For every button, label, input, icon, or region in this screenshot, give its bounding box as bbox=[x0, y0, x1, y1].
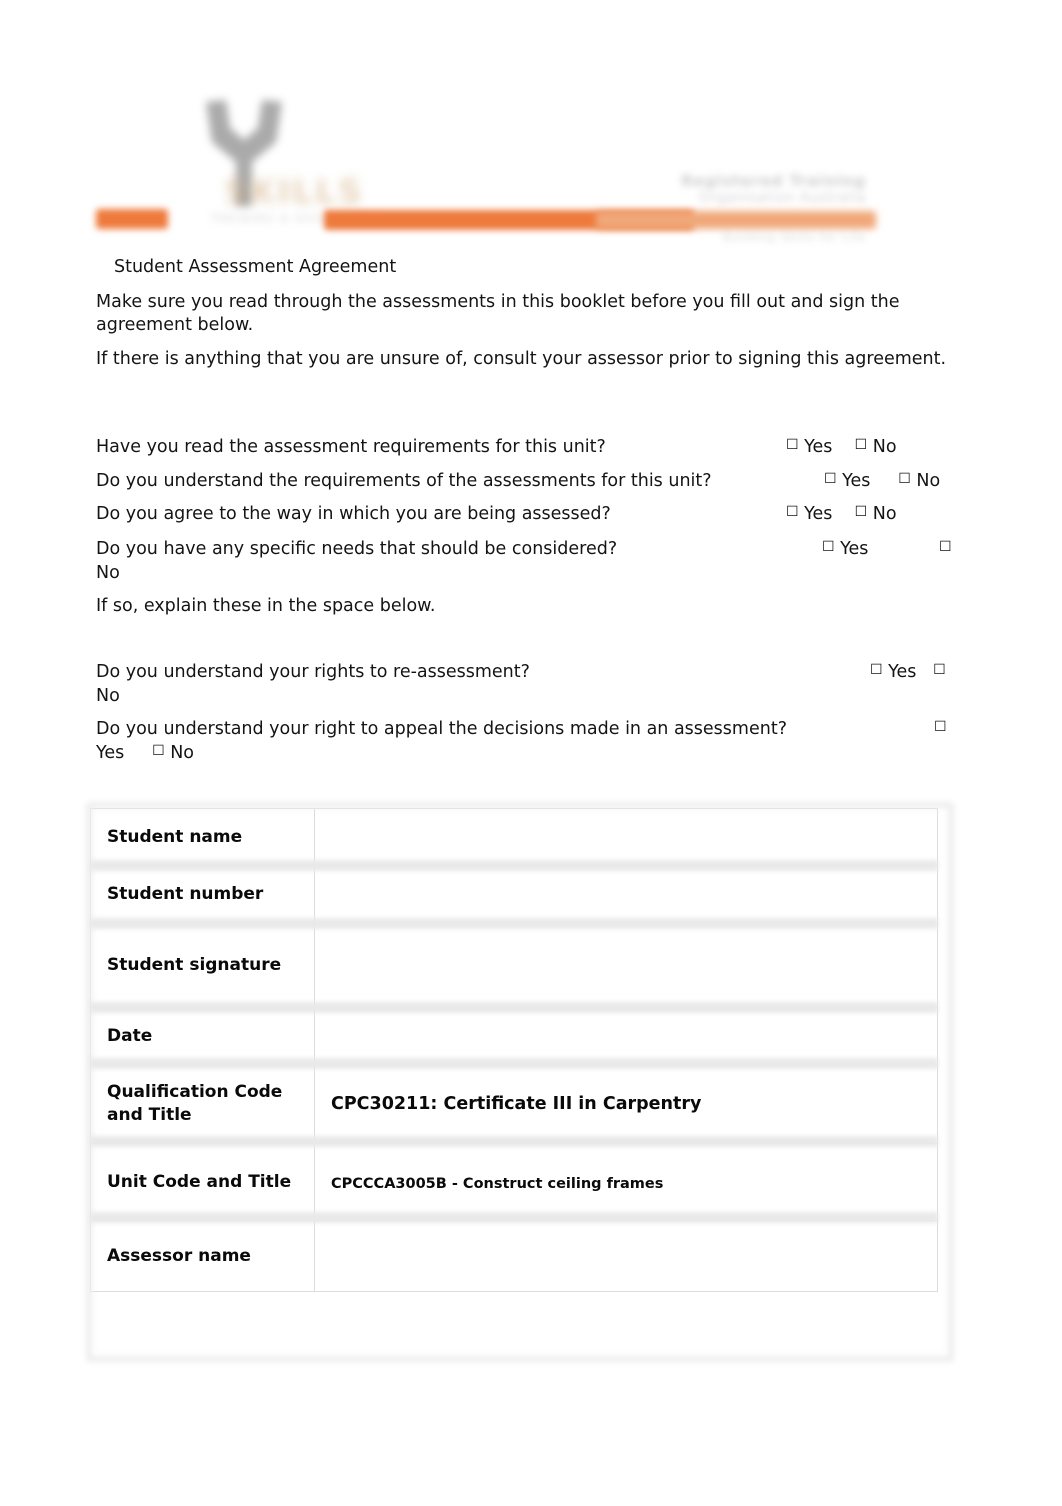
label-no-6: No bbox=[170, 743, 195, 763]
question-text-4: Do you have any specific needs that shou… bbox=[96, 539, 618, 559]
question-row-1: Have you read the assessment requirement… bbox=[96, 436, 976, 459]
table-cell-label: Student name bbox=[90, 808, 315, 866]
explain-note: If so, explain these in the space below. bbox=[96, 596, 436, 616]
table-cell-label: Student signature bbox=[90, 922, 315, 1008]
checkbox-no-1[interactable]: ☐ bbox=[855, 437, 868, 453]
letterhead-banner: SKILLS TRAINING & ASSESSMENT Registered … bbox=[96, 54, 876, 256]
table-row: Date bbox=[90, 1007, 938, 1065]
table-row: Student signature bbox=[90, 922, 938, 1008]
question-options-2: ☐ Yes ☐ No bbox=[824, 470, 940, 493]
label-yes-6: Yes bbox=[96, 743, 125, 763]
question-text-2: Do you understand the requirements of th… bbox=[96, 471, 712, 491]
question-options-3: ☐ Yes ☐ No bbox=[786, 503, 897, 526]
label-yes-4: Yes bbox=[840, 539, 869, 559]
label-yes-1: Yes bbox=[804, 437, 833, 457]
table-row: Qualification Code and Title CPC30211: C… bbox=[90, 1064, 938, 1144]
question-row-4: Do you have any specific needs that shou… bbox=[96, 538, 976, 583]
table-cell-value-student-signature[interactable] bbox=[314, 922, 938, 1008]
checkbox-yes-1[interactable]: ☐ bbox=[786, 437, 799, 453]
table-cell-value-unit[interactable]: CPCCCA3005B - Construct ceiling frames bbox=[314, 1143, 938, 1221]
table-row: Student number bbox=[90, 865, 938, 923]
intro-paragraph-1: Make sure you read through the assessmen… bbox=[96, 292, 900, 335]
table-cell-value-student-number[interactable] bbox=[314, 865, 938, 923]
student-details-table: Student name Student number Student sign… bbox=[90, 808, 938, 1292]
row-label-student-signature: Student signature bbox=[107, 954, 282, 975]
checkbox-no-4-wrap: ☐ bbox=[939, 538, 952, 561]
question-row-2: Do you understand the requirements of th… bbox=[96, 470, 976, 493]
checkbox-no-4[interactable]: ☐ bbox=[939, 539, 952, 555]
table-cell-label: Qualification Code and Title bbox=[90, 1064, 315, 1144]
question-row-3: Do you agree to the way in which you are… bbox=[96, 503, 976, 526]
question-text-1: Have you read the assessment requirement… bbox=[96, 437, 606, 457]
table-cell-label: Assessor name bbox=[90, 1220, 315, 1292]
question-options-1: ☐ Yes ☐ No bbox=[786, 436, 897, 459]
table-cell-label: Student number bbox=[90, 865, 315, 923]
table-cell-value-student-name[interactable] bbox=[314, 808, 938, 866]
table-row: Assessor name bbox=[90, 1220, 938, 1292]
checkbox-no-3[interactable]: ☐ bbox=[855, 504, 868, 520]
table-row: Student name bbox=[90, 808, 938, 866]
checkbox-yes-6[interactable]: ☐ bbox=[934, 719, 947, 735]
table-cell-value-date[interactable] bbox=[314, 1007, 938, 1065]
checkbox-yes-2[interactable]: ☐ bbox=[824, 471, 837, 487]
letterhead-line-3: Building Skills for Life bbox=[722, 230, 866, 244]
checkbox-yes-5[interactable]: ☐ bbox=[870, 662, 883, 678]
label-yes-5: Yes bbox=[888, 662, 917, 682]
checkbox-yes-3[interactable]: ☐ bbox=[786, 504, 799, 520]
checkbox-yes-6-wrap: ☐ bbox=[934, 718, 947, 741]
table-row: Unit Code and Title CPCCCA3005B - Constr… bbox=[90, 1143, 938, 1221]
row-value-qualification: CPC30211: Certificate III in Carpentry bbox=[331, 1094, 702, 1114]
table-cell-value-assessor-name[interactable] bbox=[314, 1220, 938, 1292]
question-options-5-yes: ☐ Yes ☐ bbox=[870, 661, 946, 684]
label-no-5: No bbox=[96, 686, 120, 706]
row-label-date: Date bbox=[107, 1025, 153, 1046]
row-label-unit: Unit Code and Title bbox=[107, 1171, 292, 1192]
student-details-table-wrap: Student name Student number Student sign… bbox=[86, 802, 954, 1362]
question-row-5: Do you understand your rights to re-asse… bbox=[96, 661, 976, 706]
table-cell-value-qualification[interactable]: CPC30211: Certificate III in Carpentry bbox=[314, 1064, 938, 1144]
row-value-unit: CPCCCA3005B - Construct ceiling frames bbox=[331, 1175, 664, 1192]
question-text-6: Do you understand your right to appeal t… bbox=[96, 719, 787, 739]
accent-bar-light bbox=[596, 211, 876, 229]
accent-bar-left bbox=[96, 209, 168, 229]
label-no-2: No bbox=[916, 471, 941, 491]
question-text-5: Do you understand your rights to re-asse… bbox=[96, 662, 530, 682]
question-options-6-tail: Yes ☐ No bbox=[96, 742, 194, 765]
question-options-4-yes: ☐ Yes bbox=[822, 538, 868, 561]
label-no-3: No bbox=[872, 504, 897, 524]
row-label-assessor-name: Assessor name bbox=[107, 1245, 251, 1266]
row-label-qualification: Qualification Code and Title bbox=[107, 1082, 283, 1125]
question-text-3: Do you agree to the way in which you are… bbox=[96, 504, 611, 524]
checkbox-no-5[interactable]: ☐ bbox=[933, 662, 946, 678]
intro-paragraph-2: If there is anything that you are unsure… bbox=[96, 349, 947, 369]
label-no-4: No bbox=[96, 563, 120, 583]
checkbox-no-6[interactable]: ☐ bbox=[152, 743, 165, 759]
checkbox-yes-4[interactable]: ☐ bbox=[822, 539, 835, 555]
letterhead-line-1: Registered Training bbox=[681, 172, 866, 190]
table-cell-label: Unit Code and Title bbox=[90, 1143, 315, 1221]
table-cell-label: Date bbox=[90, 1007, 315, 1065]
row-label-student-number: Student number bbox=[107, 883, 264, 904]
row-label-student-name: Student name bbox=[107, 826, 243, 847]
checkbox-no-2[interactable]: ☐ bbox=[898, 471, 911, 487]
label-no-1: No bbox=[872, 437, 897, 457]
label-yes-2: Yes bbox=[842, 471, 871, 491]
letterhead-line-2: Organisation Australia bbox=[699, 190, 866, 206]
question-row-6: Do you understand your right to appeal t… bbox=[96, 718, 976, 763]
page-title: Student Assessment Agreement bbox=[114, 257, 397, 277]
label-yes-3: Yes bbox=[804, 504, 833, 524]
